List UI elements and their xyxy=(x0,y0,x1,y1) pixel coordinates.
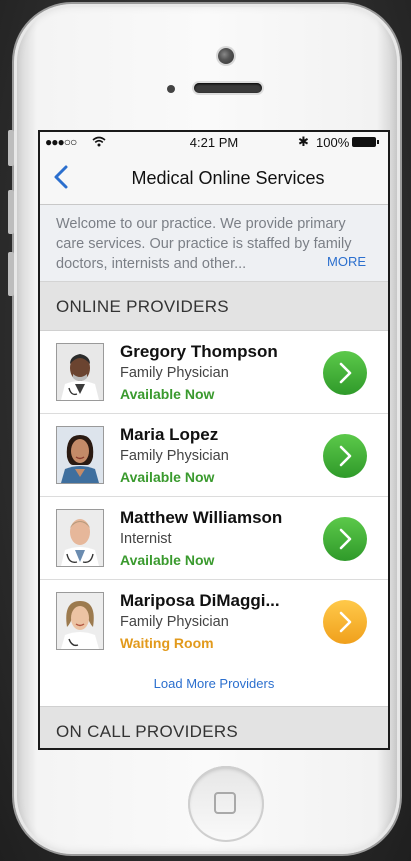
provider-status: Available Now xyxy=(120,469,215,485)
provider-avatar xyxy=(56,426,104,484)
section-title: ONLINE PROVIDERS xyxy=(56,297,229,316)
chevron-right-icon xyxy=(323,434,367,478)
green-arrow-button[interactable] xyxy=(323,351,367,395)
load-more-button[interactable]: Load More Providers xyxy=(40,662,388,707)
provider-role: Family Physician xyxy=(120,365,229,381)
green-arrow-button[interactable] xyxy=(323,517,367,561)
front-camera xyxy=(218,48,234,64)
bluetooth-icon: ✱ xyxy=(298,134,309,149)
provider-avatar xyxy=(56,509,104,567)
earpiece-speaker xyxy=(194,83,262,93)
orange-arrow-button[interactable] xyxy=(323,600,367,644)
doctor-photo-icon xyxy=(57,427,103,483)
provider-row[interactable]: Maria Lopez Family Physician Available N… xyxy=(40,414,388,497)
status-bar: ●●●○○ 4:21 PM ✱ 100% xyxy=(40,132,388,152)
provider-role: Internist xyxy=(120,531,172,547)
provider-status: Available Now xyxy=(120,386,215,402)
chevron-right-icon xyxy=(323,351,367,395)
online-providers-header: ONLINE PROVIDERS xyxy=(40,282,388,331)
chevron-right-icon xyxy=(323,517,367,561)
provider-row[interactable]: Mariposa DiMaggi... Family Physician Wai… xyxy=(40,580,388,663)
provider-status: Waiting Room xyxy=(120,635,214,651)
battery-percent: 100% xyxy=(316,135,350,150)
provider-row[interactable]: Gregory Thompson Family Physician Availa… xyxy=(40,331,388,414)
silent-switch xyxy=(8,130,14,166)
navigation-bar: Medical Online Services xyxy=(40,152,388,205)
provider-name: Mariposa DiMaggi... xyxy=(120,591,280,610)
page-title: Medical Online Services xyxy=(40,168,388,189)
on-call-providers-header: ON CALL PROVIDERS xyxy=(40,707,388,748)
provider-avatar xyxy=(56,592,104,650)
provider-role: Family Physician xyxy=(120,614,229,630)
battery-icon xyxy=(352,137,379,147)
doctor-photo-icon xyxy=(57,593,103,649)
doctor-photo-icon xyxy=(57,510,103,566)
provider-name: Gregory Thompson xyxy=(120,342,278,361)
home-square-icon xyxy=(214,792,236,814)
volume-down-button xyxy=(8,252,14,296)
provider-avatar xyxy=(56,343,104,401)
provider-role: Family Physician xyxy=(120,448,229,464)
provider-status: Available Now xyxy=(120,552,215,568)
more-link[interactable]: MORE xyxy=(327,254,366,269)
chevron-right-icon xyxy=(323,600,367,644)
green-arrow-button[interactable] xyxy=(323,434,367,478)
provider-name: Maria Lopez xyxy=(120,425,219,444)
provider-row[interactable]: Matthew Williamson Internist Available N… xyxy=(40,497,388,580)
proximity-sensor xyxy=(167,85,175,93)
app-screen: ●●●○○ 4:21 PM ✱ 100% Medical Online Serv… xyxy=(38,130,390,750)
home-button[interactable] xyxy=(188,766,264,842)
page-title-text: Medical Online Services xyxy=(131,168,325,188)
section-title: ON CALL PROVIDERS xyxy=(56,722,239,741)
welcome-panel: Welcome to our practice. We provide prim… xyxy=(40,205,388,282)
volume-up-button xyxy=(8,190,14,234)
provider-name: Matthew Williamson xyxy=(120,508,283,527)
doctor-photo-icon xyxy=(57,344,103,400)
